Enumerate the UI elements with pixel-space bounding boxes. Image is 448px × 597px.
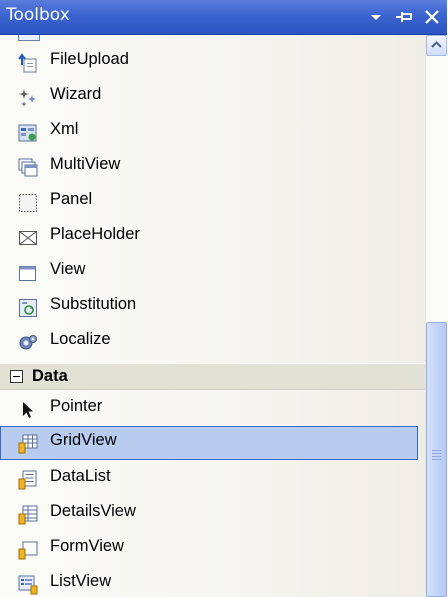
group-label: Data bbox=[32, 367, 68, 385]
toolbox-item-substitution[interactable]: Substitution bbox=[0, 290, 418, 324]
item-label: View bbox=[50, 260, 86, 278]
listview-icon bbox=[18, 575, 38, 595]
item-label: PlaceHolder bbox=[50, 225, 140, 243]
scroll-thumb[interactable] bbox=[426, 322, 447, 597]
close-icon[interactable] bbox=[422, 7, 442, 27]
toolbox-window: Toolbox FileUpload Wizard Xml MultiView … bbox=[0, 0, 448, 597]
item-label: DetailsView bbox=[50, 502, 136, 520]
pin-icon[interactable] bbox=[394, 7, 414, 27]
toolbox-item-localize[interactable]: Localize bbox=[0, 325, 418, 359]
item-label: Xml bbox=[50, 120, 79, 138]
grip-icon bbox=[432, 450, 441, 462]
item-label: Substitution bbox=[50, 295, 137, 313]
group-header-data[interactable]: Data bbox=[0, 363, 425, 390]
file-upload-icon bbox=[18, 53, 38, 73]
item-label: Panel bbox=[50, 190, 93, 208]
item-label: Wizard bbox=[50, 85, 102, 103]
pointer-icon bbox=[18, 400, 38, 420]
toolbox-item-formview[interactable]: FormView bbox=[0, 532, 418, 566]
toolbox-item-gridview[interactable]: GridView bbox=[0, 426, 418, 460]
toolbox-item-wizard[interactable]: Wizard bbox=[0, 80, 418, 114]
toolbox-item-listview[interactable]: ListView bbox=[0, 567, 418, 597]
xml-icon bbox=[18, 123, 38, 143]
item-label: GridView bbox=[50, 431, 117, 449]
localize-icon bbox=[18, 333, 38, 353]
item-label: DataList bbox=[50, 467, 111, 485]
toolbox-item-datalist[interactable]: DataList bbox=[0, 462, 418, 496]
wizard-icon bbox=[18, 88, 38, 108]
item-label: MultiView bbox=[50, 155, 121, 173]
toolbox-item-placeholder[interactable]: PlaceHolder bbox=[0, 220, 418, 254]
item-label: Localize bbox=[50, 330, 111, 348]
toolbox-item-xml[interactable]: Xml bbox=[0, 115, 418, 149]
toolbox-item-view[interactable]: View bbox=[0, 255, 418, 289]
item-label: FileUpload bbox=[50, 50, 129, 68]
item-label: ListView bbox=[50, 572, 112, 590]
datalist-icon bbox=[18, 470, 38, 490]
gridview-icon bbox=[18, 434, 38, 454]
detailsview-icon bbox=[18, 505, 38, 525]
view-icon bbox=[18, 263, 38, 283]
item-label: FormView bbox=[50, 537, 124, 555]
partial-item-icon bbox=[18, 35, 40, 41]
multiview-icon bbox=[18, 158, 38, 178]
toolbox-item-fileupload[interactable]: FileUpload bbox=[0, 45, 418, 79]
formview-icon bbox=[18, 540, 38, 560]
scroll-up-button[interactable] bbox=[426, 35, 447, 56]
vertical-scrollbar[interactable] bbox=[425, 35, 448, 597]
item-label: Pointer bbox=[50, 397, 103, 415]
toolbox-title-bar[interactable]: Toolbox bbox=[0, 0, 447, 35]
toolbox-item-multiview[interactable]: MultiView bbox=[0, 150, 418, 184]
chevron-down-icon[interactable] bbox=[366, 7, 386, 27]
toolbox-list[interactable]: FileUpload Wizard Xml MultiView Panel Pl… bbox=[0, 35, 425, 597]
chevron-up-icon bbox=[431, 41, 442, 48]
collapse-icon[interactable] bbox=[10, 370, 23, 383]
placeholder-icon bbox=[18, 228, 38, 248]
window-title: Toolbox bbox=[6, 5, 70, 25]
substitution-icon bbox=[18, 298, 38, 318]
panel-icon bbox=[18, 193, 38, 213]
toolbox-item-pointer[interactable]: Pointer bbox=[0, 392, 418, 426]
toolbox-item-detailsview[interactable]: DetailsView bbox=[0, 497, 418, 531]
toolbox-item-panel[interactable]: Panel bbox=[0, 185, 418, 219]
